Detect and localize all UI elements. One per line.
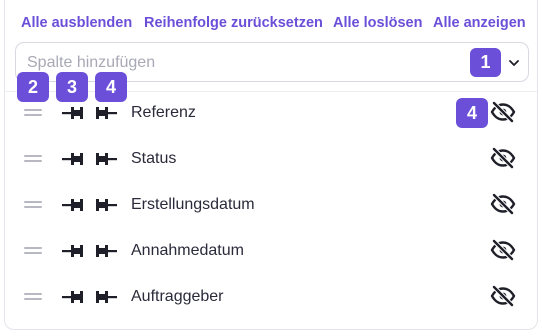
eye-slash-icon[interactable] — [490, 101, 516, 123]
chevron-down-icon[interactable] — [507, 56, 521, 70]
drag-handle-icon[interactable] — [24, 200, 42, 210]
add-column-combobox[interactable] — [15, 42, 529, 82]
hide-all-link[interactable]: Alle ausblenden — [21, 15, 132, 31]
column-row[interactable]: Status — [5, 137, 537, 183]
annotation-badge-1: 1 — [470, 48, 501, 77]
unpin-all-link[interactable]: Alle loslösen — [333, 15, 422, 31]
eye-slash-icon[interactable] — [490, 285, 516, 307]
reset-order-link[interactable]: Reihenfolge zurücksetzen — [144, 15, 323, 31]
annotation-badge-3: 3 — [56, 72, 88, 102]
column-label: Annahmedatum — [131, 242, 244, 259]
column-row[interactable]: Annahmedatum — [5, 229, 537, 275]
pin-right-icon[interactable] — [93, 196, 117, 214]
column-label: Status — [131, 150, 177, 167]
pin-right-icon[interactable] — [93, 288, 117, 306]
annotation-badge-2: 2 — [17, 72, 49, 102]
drag-handle-icon[interactable] — [24, 292, 42, 302]
pin-left-icon[interactable] — [62, 150, 86, 168]
pin-right-icon[interactable] — [93, 150, 117, 168]
column-label: Auftraggeber — [131, 288, 224, 305]
column-label: Erstellungsdatum — [131, 196, 255, 213]
column-row[interactable]: Erstellungsdatum — [5, 183, 537, 229]
eye-slash-icon[interactable] — [490, 193, 516, 215]
pin-left-icon[interactable] — [62, 104, 86, 122]
pin-right-icon[interactable] — [93, 242, 117, 260]
annotation-badge-4-visibility: 4 — [456, 98, 488, 128]
eye-slash-icon[interactable] — [490, 239, 516, 261]
add-column-input[interactable] — [27, 51, 457, 75]
drag-handle-icon[interactable] — [24, 246, 42, 256]
pin-left-icon[interactable] — [62, 242, 86, 260]
drag-handle-icon[interactable] — [24, 154, 42, 164]
show-all-link[interactable]: Alle anzeigen — [433, 15, 526, 31]
pin-left-icon[interactable] — [62, 196, 86, 214]
column-label: Referenz — [131, 104, 196, 121]
eye-slash-icon[interactable] — [490, 147, 516, 169]
annotation-badge-4: 4 — [95, 72, 127, 102]
pin-right-icon[interactable] — [93, 104, 117, 122]
column-row[interactable]: Auftraggeber — [5, 275, 537, 321]
drag-handle-icon[interactable] — [24, 108, 42, 118]
pin-left-icon[interactable] — [62, 288, 86, 306]
